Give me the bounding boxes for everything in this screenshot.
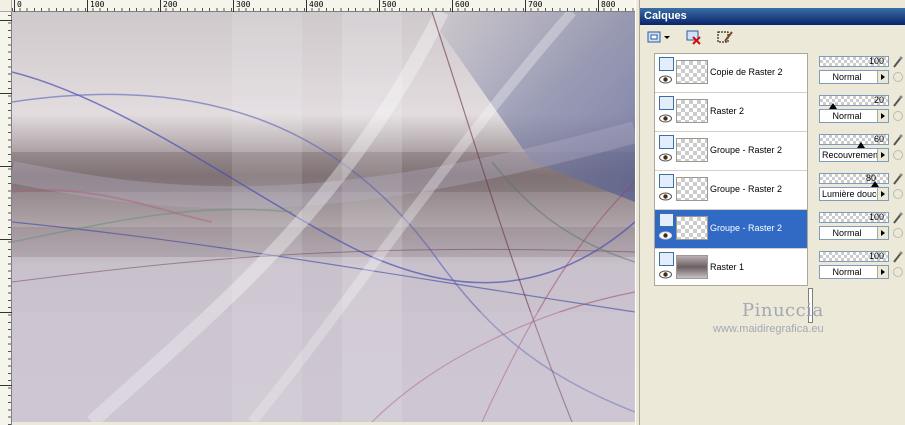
ruler-tick: 0 [14,0,22,12]
layer-type-dropdown[interactable] [662,28,672,46]
palette-title: Calques [644,10,687,22]
ruler-tick [0,166,12,167]
lock-icon[interactable] [893,189,903,199]
blend-mode-dropdown[interactable]: Normal [819,70,889,84]
image-canvas[interactable] [12,12,635,422]
ruler-tick [0,93,12,94]
layer-row-selected[interactable]: Groupe - Raster 2 [655,210,807,249]
visibility-eye-icon[interactable] [659,192,672,201]
ruler-tick: 500 [379,0,396,12]
horizontal-ruler: 0 100 200 300 400 500 600 700 800 [12,0,635,12]
dropdown-arrow-icon [877,110,888,122]
edit-pen-icon[interactable] [892,212,904,225]
visibility-eye-icon[interactable] [659,231,672,240]
layer-row[interactable]: Copie de Raster 2 [655,54,807,93]
ruler-tick: 700 [525,0,542,12]
layer-thumbnail [676,138,708,162]
layer-thumbnail [676,60,708,84]
raster-layer-icon [659,252,674,266]
palette-title-bar[interactable]: Calques [640,8,905,25]
layer-thumbnail [676,99,708,123]
dropdown-arrow-icon [877,188,888,200]
edit-pen-icon[interactable] [892,95,904,108]
lock-icon[interactable] [893,111,903,121]
edit-selection-button[interactable] [715,28,735,46]
vertical-ruler [0,12,12,425]
visibility-eye-icon[interactable] [659,114,672,123]
ruler-tick: 800 [598,0,615,12]
edit-pen-icon[interactable] [892,134,904,147]
opacity-slider[interactable]: 100 [819,56,889,67]
opacity-slider[interactable]: 100 [819,212,889,223]
layer-row[interactable]: Raster 1 [655,249,807,288]
layer-properties-row: 80 Lumière douce [816,170,905,209]
ruler-tick: 600 [452,0,469,12]
layer-row[interactable]: Groupe - Raster 2 [655,132,807,171]
delete-layer-button[interactable] [684,28,704,46]
raster-layer-icon [659,174,674,188]
opacity-slider[interactable]: 80 [819,173,889,187]
raster-layer-icon [659,96,674,110]
opacity-slider[interactable]: 20 [819,95,889,109]
dropdown-arrow-icon [664,36,670,39]
opacity-slider[interactable]: 60 [819,134,889,148]
layer-properties-row: 60 Recouvrement [816,131,905,170]
ruler-tick: 200 [160,0,177,12]
dropdown-arrow-icon [877,71,888,83]
opacity-slider[interactable]: 100 [819,251,889,262]
layer-properties-row: 100 Normal [816,53,905,92]
ruler-tick: 300 [233,0,250,12]
lock-icon[interactable] [893,267,903,277]
blend-mode-dropdown[interactable]: Normal [819,226,889,240]
delete-layer-icon [686,30,701,45]
visibility-eye-icon[interactable] [659,75,672,84]
layer-properties-row: 100 Normal [816,209,905,248]
layer-name: Raster 1 [710,262,745,272]
edit-pen-icon[interactable] [892,56,904,69]
raster-layer-icon [659,135,674,149]
blend-mode-dropdown[interactable]: Normal [819,109,889,123]
layer-row[interactable]: Groupe - Raster 2 [655,171,807,210]
layer-properties-column: 100 Normal 20 Normal 60 Recouvrement 80 … [816,53,905,425]
layers-palette: Calques Copie de Raster 2 Raster 2 Group… [640,0,905,425]
ruler-tick [0,20,12,21]
blend-mode-dropdown[interactable]: Recouvrement [819,148,889,162]
ruler-corner [0,0,12,12]
layer-list: Copie de Raster 2 Raster 2 Groupe - Rast… [654,53,808,286]
watermark-name: Pinuccia [742,300,824,321]
raster-layer-icon [659,57,674,71]
edit-pen-icon[interactable] [892,251,904,264]
layer-properties-row: 100 Normal [816,248,905,287]
lock-icon[interactable] [893,228,903,238]
layer-thumbnail [676,216,708,240]
ruler-tick [0,239,12,240]
visibility-eye-icon[interactable] [659,153,672,162]
abstract-artwork [12,12,635,422]
ruler-tick [0,312,12,313]
ruler-tick [0,385,12,386]
raster-layer-icon [659,213,674,227]
layer-properties-row: 20 Normal [816,92,905,131]
watermark-url: www.maidiregrafica.eu [713,323,824,335]
blend-mode-dropdown[interactable]: Normal [819,265,889,279]
dropdown-arrow-icon [877,149,888,161]
edit-selection-icon [717,31,733,43]
layer-thumbnail [676,255,708,279]
visibility-eye-icon[interactable] [659,270,672,279]
dropdown-arrow-icon [877,266,888,278]
layer-row[interactable]: Raster 2 [655,93,807,132]
layer-name: Groupe - Raster 2 [710,223,783,233]
layer-name: Copie de Raster 2 [710,67,783,77]
ruler-tick: 100 [87,0,104,12]
edit-pen-icon[interactable] [892,173,904,186]
lock-icon[interactable] [893,150,903,160]
layer-thumbnail [676,177,708,201]
layer-name: Raster 2 [710,106,745,116]
dropdown-arrow-icon [877,227,888,239]
lock-icon[interactable] [893,72,903,82]
layer-name: Groupe - Raster 2 [710,145,783,155]
layer-name: Groupe - Raster 2 [710,184,783,194]
blend-mode-dropdown[interactable]: Lumière douce [819,187,889,201]
ruler-tick: 400 [306,0,323,12]
